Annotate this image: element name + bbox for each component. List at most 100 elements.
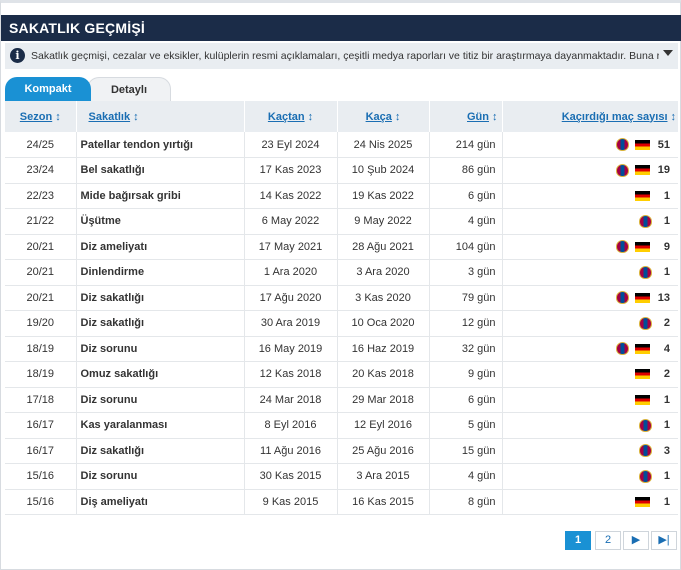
missed-games-count: 13 [657,291,670,304]
missed-games-cell: 13 [502,285,678,311]
from-date-cell: 17 May 2021 [244,234,338,260]
from-date-cell: 8 Eyl 2016 [244,412,338,439]
column-header-kactan[interactable]: Kaçtan ↕ [244,101,338,132]
missed-games-count: 1 [663,419,670,432]
until-date-cell: 28 Ağu 2021 [337,234,430,260]
missed-games-cell: 1 [502,387,678,413]
season-cell: 18/19 [5,336,77,362]
germany-flag-icon[interactable] [635,343,650,354]
fc-barcelona-crest-icon[interactable] [615,163,629,177]
days-cell: 12 gün [429,310,503,337]
missed-games-cell: 1 [502,412,678,439]
tab-kompakt[interactable]: Kompakt [5,77,91,101]
from-date-cell: 24 Mar 2018 [244,387,338,413]
column-header-missed-games[interactable]: Kaçırdığı maç sayısı ↕ [502,101,678,132]
info-text: Sakatlık geçmişi, cezalar ve eksikler, k… [31,50,659,62]
fc-barcelona-crest-icon[interactable] [639,265,652,279]
sort-icon: ↕ [307,110,314,123]
missed-games-cell: 4 [502,336,678,362]
germany-flag-icon[interactable] [635,394,650,405]
germany-flag-icon[interactable] [634,165,650,176]
sort-icon: ↕ [670,110,677,123]
germany-flag-icon[interactable] [635,241,650,252]
table-row: 20/21 Dinlendirme 1 Ara 2020 3 Ara 2020 3 gü… [5,259,678,286]
missed-games-count: 2 [663,317,670,330]
injury-cell: Dinlendirme [76,259,245,286]
column-header-gun[interactable]: Gün ↕ [429,101,503,132]
column-header-sakatlik[interactable]: Sakatlık ↕ [76,101,245,132]
table-row: 16/17 Kas yaralanması 8 Eyl 2016 12 Eyl 201… [5,412,678,439]
until-date-cell: 9 May 2022 [337,208,430,235]
until-date-cell: 20 Kas 2018 [337,361,430,388]
fc-barcelona-crest-icon[interactable] [639,316,652,330]
panel-title: SAKATLIK GEÇMİŞİ [9,20,145,36]
injury-cell: Diz sorunu [76,387,245,413]
season-cell: 24/25 [5,132,77,158]
column-header-kaca[interactable]: Kaça ↕ [337,101,430,132]
from-date-cell: 16 May 2019 [244,336,338,362]
page-1-button[interactable]: 1 [565,531,591,550]
injury-cell: Diz sakatlığı [76,310,245,337]
from-date-cell: 11 Ağu 2016 [244,438,338,464]
table-header-row: Sezon ↕ Sakatlık ↕ Kaçtan ↕ Kaça ↕ Gün ↕ Kaçı… [5,101,678,132]
page-2-button[interactable]: 2 [595,531,621,550]
fc-barcelona-crest-icon[interactable] [615,291,629,305]
missed-games-count: 1 [663,393,670,406]
tab-detayli[interactable]: Detaylı [87,77,171,101]
until-date-cell: 3 Ara 2015 [337,463,430,490]
fc-barcelona-crest-icon[interactable] [616,342,629,356]
germany-flag-icon[interactable] [634,292,650,303]
next-page-button[interactable]: ▶ [623,531,649,550]
table-row: 20/21 Diz ameliyatı 17 May 2021 28 Ağu 2021… [5,234,678,260]
missed-games-count: 19 [657,164,670,177]
injury-cell: Diz ameliyatı [76,234,245,260]
until-date-cell: 29 Mar 2018 [337,387,430,413]
missed-games-cell: 1 [502,208,678,235]
days-cell: 5 gün [429,412,503,439]
panel-header: SAKATLIK GEÇMİŞİ [1,15,681,41]
injury-table: Sezon ↕ Sakatlık ↕ Kaçtan ↕ Kaça ↕ Gün ↕ Kaçı… [5,101,678,515]
fc-barcelona-crest-icon[interactable] [639,214,652,228]
missed-games-cell: 1 [502,259,678,286]
fc-barcelona-crest-icon[interactable] [639,469,652,483]
missed-games-cell: 3 [502,438,678,464]
from-date-cell: 6 May 2022 [244,208,338,235]
germany-flag-icon[interactable] [634,139,650,150]
sort-icon: ↕ [55,110,61,123]
last-page-button[interactable]: ▶| [651,531,677,550]
table-row: 24/25 Patellar tendon yırtığı 23 Eyl 2024 2… [5,132,678,158]
table-row: 18/19 Diz sorunu 16 May 2019 16 Haz 2019 32 … [5,336,678,362]
until-date-cell: 10 Oca 2020 [337,310,430,337]
days-cell: 104 gün [429,234,503,260]
from-date-cell: 12 Kas 2018 [244,361,338,388]
table-row: 15/16 Diz sorunu 30 Kas 2015 3 Ara 2015 4 gü… [5,463,678,490]
days-cell: 214 gün [429,132,503,158]
chevron-down-icon[interactable] [663,50,673,56]
info-bar: i Sakatlık geçmişi, cezalar ve eksikler,… [5,43,678,69]
column-header-sezon[interactable]: Sezon ↕ [5,101,77,132]
days-cell: 32 gün [429,336,503,362]
missed-games-count: 1 [663,470,670,483]
germany-flag-icon[interactable] [635,369,650,380]
from-date-cell: 1 Ara 2020 [244,259,338,286]
table-row: 17/18 Diz sorunu 24 Mar 2018 29 Mar 2018 6 g… [5,387,678,413]
fc-barcelona-crest-icon[interactable] [616,240,629,254]
until-date-cell: 3 Ara 2020 [337,259,430,286]
days-cell: 6 gün [429,183,503,209]
fc-barcelona-crest-icon[interactable] [615,138,629,151]
table-row: 23/24 Bel sakatlığı 17 Kas 2023 10 Şub 2024… [5,157,678,184]
missed-games-cell: 1 [502,489,678,515]
season-cell: 22/23 [5,183,77,209]
sort-icon: ↕ [394,110,401,123]
missed-games-count: 1 [663,266,670,279]
fc-barcelona-crest-icon[interactable] [639,444,652,458]
missed-games-cell: 19 [502,157,678,184]
season-cell: 20/21 [5,259,77,286]
until-date-cell: 24 Nis 2025 [337,132,430,158]
fc-barcelona-crest-icon[interactable] [639,418,652,432]
germany-flag-icon[interactable] [635,190,650,201]
germany-flag-icon[interactable] [635,496,650,507]
missed-games-cell: 51 [502,132,678,158]
table-row: 20/21 Diz sakatlığı 17 Ağu 2020 3 Kas 2020 7… [5,285,678,311]
season-cell: 17/18 [5,387,77,413]
